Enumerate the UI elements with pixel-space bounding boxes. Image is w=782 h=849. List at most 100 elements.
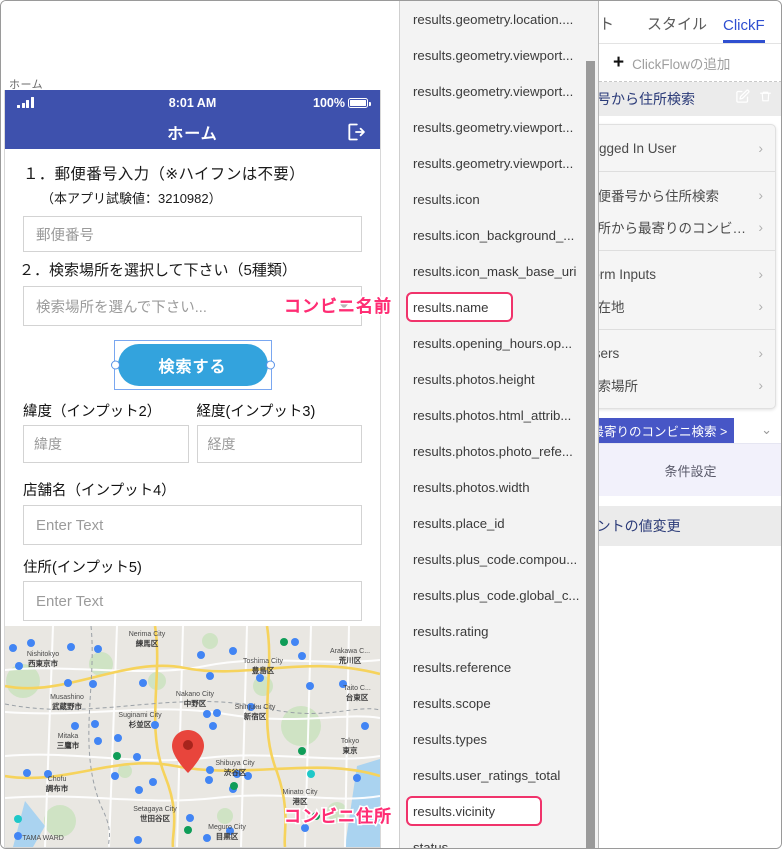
map-label-jp: 新宿区 [244,711,267,721]
dropdown-item[interactable]: results.plus_code.global_c... [400,577,598,613]
menu-row[interactable]: Users › [599,337,775,369]
battery-percent: 100% [313,95,345,110]
annotation-label: コンビニ住所 コンビニ住所 [282,802,392,827]
dropdown-item[interactable]: results.icon_background_... [400,217,598,253]
dropdown-item[interactable]: results.photos.height [400,361,598,397]
dropdown-item[interactable]: results.opening_hours.op... [400,325,598,361]
longitude-group: 経度(インプット3) 経度 [196,400,362,463]
dropdown-item[interactable]: results.photos.html_attrib... [400,397,598,433]
chevron-down-icon[interactable]: ⌄ [761,422,772,438]
dropdown-item[interactable]: results.photos.photo_refe... [400,433,598,469]
dropdown-item-label: results.scope [413,695,491,711]
chevron-right-icon: › [758,266,763,282]
search-button-wrap: 検索する [5,340,380,390]
flow-header[interactable]: 便番号から住所検索 [599,82,781,116]
dropdown-item-label: results.rating [413,623,489,639]
resize-handle-right[interactable] [265,360,275,370]
dropdown-item[interactable]: results.vicinity [400,793,598,829]
menu-row-label: 検索場所 [599,379,638,394]
map-label-en: Tokyo [341,738,359,745]
annotation-label: コンビニ名前 コンビニ名前 [282,292,392,317]
menu-group: Users › 検索場所 › [599,330,775,408]
dropdown-item[interactable]: results.geometry.location.... [400,1,598,37]
dropdown-item-label: results.place_id [413,515,505,531]
map-label-jp: 武蔵野市 [52,701,82,711]
tab-style[interactable]: スタイル [647,13,707,43]
map-label-jp: 世田谷区 [140,813,170,823]
add-clickflow-label: ClickFlowの追加 [632,56,731,72]
tab-component[interactable]: ト [599,13,633,43]
latitude-group: 緯度（インプット2） 緯度 [23,400,189,463]
dropdown-item[interactable]: results.types [400,721,598,757]
address-input[interactable]: Enter Text [23,581,362,621]
battery-full-icon [348,97,371,108]
map-label-en: Nerima City [129,631,166,638]
dropdown-item[interactable]: results.user_ratings_total [400,757,598,793]
add-clickflow-button[interactable]: + ClickFlowの追加 [599,44,781,82]
menu-row[interactable]: 郵便番号から住所検索 › [599,179,775,211]
dropdown-item-label: results.icon_background_... [413,227,575,243]
dropdown-item[interactable]: results.geometry.viewport... [400,37,598,73]
more-icon[interactable]: ⋮ [651,518,664,534]
store-input[interactable]: Enter Text [23,505,362,545]
dropdown-item[interactable]: results.geometry.viewport... [400,145,598,181]
logout-icon[interactable] [346,122,366,142]
dropdown-item[interactable]: results.rating [400,613,598,649]
condition-band[interactable]: 条件設定 [599,443,781,496]
map-label-jp: 渋谷区 [224,767,247,777]
tab-clickflow[interactable]: ClickF [723,17,765,43]
map-label-en: Arakawa C... [330,648,370,655]
map-label-jp: 東京 [343,745,358,755]
trash-icon[interactable] [759,89,772,109]
dropdown-item-label: results.geometry.viewport... [413,119,574,135]
latitude-input[interactable]: 緯度 [23,425,189,463]
dropdown-item-label: results.geometry.viewport... [413,155,574,171]
edit-square-icon[interactable] [735,89,750,109]
dropdown-item[interactable]: results.place_id [400,505,598,541]
dropdown-item[interactable]: results.icon_mask_base_uri [400,253,598,289]
field-dropdown-list[interactable]: results.geometry.location.... results.geo… [399,1,599,849]
menu-row-label: 現在地 [599,300,625,315]
dropdown-item-label: results.photos.height [413,371,535,387]
map-label-jp: 荒川区 [338,655,362,665]
menu-groups: Logged In User› 郵便番号から住所検索›住所から最寄りのコンビ…› F… [599,125,775,408]
phone-preview[interactable]: 8:01 AM 100% ホーム １．郵便番号入力（※ハイフンは不要） （本アプ… [4,90,381,848]
map-label-en: Shibuya City [215,760,255,767]
menu-row[interactable]: Form Inputs › [599,258,775,290]
status-time: 8:01 AM [168,95,217,110]
search-place-select-placeholder: 検索場所を選んで下さい... [36,299,207,316]
dropdown-item-label: results.user_ratings_total [413,767,561,783]
menu-row[interactable]: 現在地 › [599,290,775,322]
map-label-en: Shinjuku City [235,704,276,711]
menu-row[interactable]: 検索場所 › [599,369,775,401]
dropdown-item[interactable]: results.icon [400,181,598,217]
section1-subheading: （本アプリ試験値：3210982） [41,191,222,206]
zip-input-placeholder: 郵便番号 [36,227,94,244]
value-change-band[interactable]: ンメントの値変更 ⋮ [599,506,781,546]
flow-step-bar[interactable]: 所から最寄りのコンビニ検索 > ⌄ [599,417,781,443]
dropdown-item[interactable]: results.name [400,289,598,325]
map-label-en: Nakano City [176,691,215,698]
menu-row-label: Form Inputs [599,266,657,282]
search-button[interactable]: 検索する [117,344,268,386]
annotation-label-fill: コンビニ住所 [284,807,392,826]
zip-input[interactable]: 郵便番号 [23,216,362,252]
menu-row[interactable]: 住所から最寄りのコンビ… › [599,211,775,243]
dropdown-item[interactable]: results.reference [400,649,598,685]
longitude-input[interactable]: 経度 [196,425,362,463]
map-label-jp: 豊島区 [252,665,275,675]
map-label-jp: 台東区 [346,692,369,702]
dropdown-item[interactable]: status [400,829,598,849]
resize-handle-left[interactable] [110,360,120,370]
dropdown-item-label: results.icon [413,191,480,207]
dropdown-item[interactable]: results.geometry.viewport... [400,73,598,109]
dropdown-item[interactable]: results.plus_code.compou... [400,541,598,577]
map-label-jp: 中野区 [184,698,207,708]
dropdown-item-label: results.types [413,731,488,747]
dropdown-item[interactable]: results.scope [400,685,598,721]
dropdown-item[interactable]: results.geometry.viewport... [400,109,598,145]
vertical-scrollbar[interactable] [586,61,595,848]
menu-row[interactable]: Logged In User › [599,132,775,164]
flow-action-menu[interactable]: Logged In User› 郵便番号から住所検索›住所から最寄りのコンビ…› F… [599,124,776,409]
dropdown-item[interactable]: results.photos.width [400,469,598,505]
